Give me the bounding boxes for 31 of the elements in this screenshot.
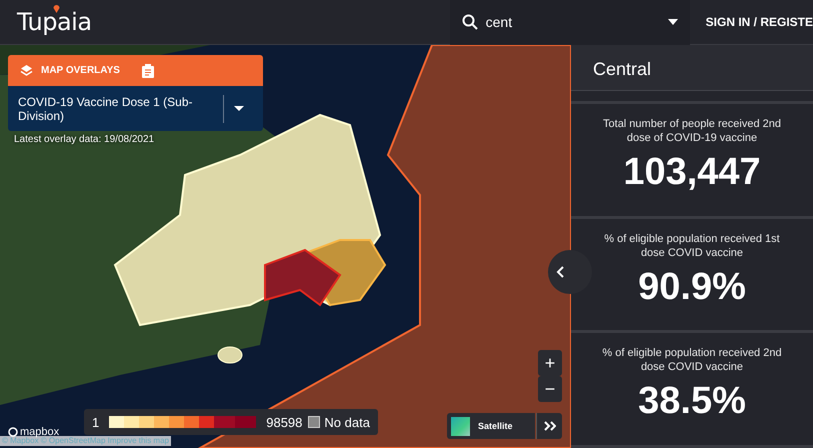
no-data-checkbox[interactable]: No data — [308, 414, 370, 430]
layers-icon — [20, 64, 33, 77]
chevron-left-icon — [556, 266, 564, 278]
stat-value: 103,447 — [623, 151, 761, 194]
search-field[interactable]: cent — [486, 14, 660, 30]
mapbox-logo: mapbox — [8, 426, 60, 438]
stat-value: 90.9% — [638, 266, 746, 309]
logo: Tupaia — [17, 8, 92, 36]
mapbox-icon — [8, 427, 18, 437]
search-bar[interactable]: cent — [450, 0, 690, 44]
stat-label: % of eligible population received 1st dose COVID vaccine — [603, 232, 781, 260]
stat-value: 38.5% — [638, 380, 746, 424]
overlay-select[interactable]: COVID-19 Vaccine Dose 1 (Sub-Division) — [8, 86, 263, 131]
attribution-text: © Mapbox © OpenStreetMap Improve this map — [0, 436, 171, 446]
panel-title: Central — [571, 45, 813, 91]
legend-max: 98598 — [266, 414, 302, 430]
search-icon — [462, 14, 478, 30]
satellite-button[interactable]: Satellite — [447, 413, 535, 439]
caret-icon — [234, 106, 244, 111]
zoom-out-button[interactable]: − — [538, 376, 562, 402]
expand-button[interactable] — [536, 413, 562, 439]
stat-label: Total number of people received 2nd dose of COVID-19 vaccine — [602, 117, 782, 145]
sign-in-link[interactable]: SIGN IN / REGISTE — [706, 15, 813, 29]
overlay-date: Latest overlay data: 19/08/2021 — [13, 134, 156, 145]
double-chevron-icon — [544, 420, 556, 430]
clipboard-icon — [142, 64, 154, 78]
stat-label: % of eligible population received 2nd dose COVID vaccine — [601, 346, 783, 374]
pin-icon — [53, 4, 60, 13]
legend-min: 1 — [92, 414, 100, 430]
zoom-in-button[interactable]: + — [538, 350, 562, 376]
caret-icon — [668, 19, 678, 25]
